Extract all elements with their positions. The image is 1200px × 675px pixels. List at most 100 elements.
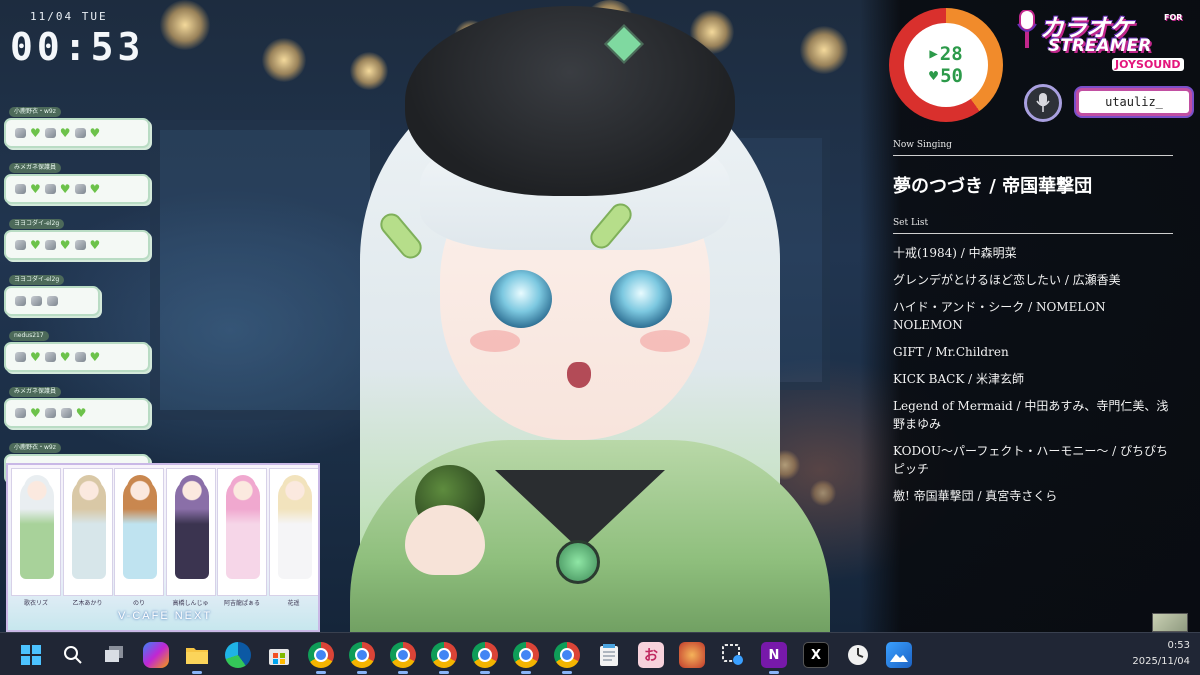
file-explorer-icon[interactable] — [184, 642, 210, 674]
edge-icon[interactable] — [225, 642, 251, 668]
clock-date: 11/04 TUE — [30, 10, 108, 23]
chrome-icon[interactable] — [349, 642, 375, 674]
green-heart-icon: ♥ — [59, 182, 71, 196]
green-heart-icon: ♥ — [89, 182, 101, 196]
emote-icon — [60, 407, 73, 419]
green-heart-icon: ♥ — [30, 126, 41, 140]
chrome-icon[interactable] — [390, 642, 416, 674]
emote-icon — [44, 183, 57, 195]
talent-card — [165, 468, 216, 596]
emote-icon — [14, 351, 27, 363]
green-heart-icon: ♥ — [89, 126, 101, 140]
score-ring: ▶ 28 ♥ 50 — [889, 8, 1003, 122]
chat-author: nedus217 — [9, 331, 49, 341]
score-counter: ▶ 28 ♥ 50 — [904, 23, 988, 107]
vcafe-poster: V-CAFE NEXT 歌衣リズ 乙木あかり のり 高橋しんじゅ 阿吉龍ぱぁる 花遥 — [6, 463, 320, 632]
talent-card — [268, 468, 318, 596]
chat-message: ヨヨコダイ-el2g ♥ ♥ ♥ — [4, 210, 164, 260]
green-heart-icon: ♥ — [30, 406, 41, 420]
chat-bubble: ♥ ♥ ♥ — [4, 174, 150, 204]
green-heart-icon: ♥ — [75, 406, 87, 420]
setlist-item: ハイド・アンド・シーク / NOMELON NOLEMON — [893, 300, 1106, 332]
emote-icon — [14, 183, 27, 195]
setlist-item: グレンデがとけるほど恋したい / 広瀬香美 — [893, 273, 1121, 287]
emote-icon — [74, 127, 87, 139]
avatar-blush — [470, 330, 520, 352]
chat-bubble: ♥ ♥ — [4, 398, 150, 428]
chat-message: みメガネ保護員 ♥ ♥ — [4, 378, 164, 428]
emote-icon — [30, 295, 43, 307]
talent-name: 花遥 — [287, 600, 300, 607]
start-windows-icon[interactable] — [18, 642, 44, 668]
talent-card — [114, 468, 164, 596]
chat-author: ヨヨコダイ-el2g — [9, 275, 65, 285]
chrome-icon[interactable] — [472, 642, 498, 674]
x-app-icon[interactable]: X — [803, 642, 829, 668]
setlist-item: GIFT / Mr.Children — [893, 345, 1009, 359]
emote-icon — [14, 295, 27, 307]
talent-name: 高橋しんじゅ — [172, 600, 209, 607]
chrome-icon[interactable] — [513, 642, 539, 674]
clock-app-icon[interactable] — [845, 642, 871, 668]
avatar-eye-right — [610, 270, 672, 328]
search-icon[interactable] — [60, 642, 86, 668]
chat-message: ヨヨコダイ-el2g — [4, 266, 164, 316]
talent-name: 歌衣リズ — [23, 600, 48, 607]
emote-icon — [46, 295, 59, 307]
user-name-badge: utauliz_ — [1076, 88, 1192, 116]
score-up-row: ▶ 28 — [929, 43, 962, 65]
talent-head — [24, 475, 50, 501]
green-heart-icon: ♥ — [30, 238, 41, 252]
character-app-icon[interactable] — [679, 642, 705, 668]
vtuber-avatar — [320, 0, 840, 632]
mini-thumbnail — [1152, 613, 1188, 632]
avatar-beret — [405, 6, 735, 196]
emote-icon — [44, 351, 57, 363]
emote-icon — [44, 407, 57, 419]
talent-head — [127, 475, 153, 501]
emote-icon — [74, 351, 87, 363]
setlist-item: KODOU〜パーフェクト・ハーモニー〜 / ぴちぴちピッチ — [893, 444, 1169, 476]
chrome-icon[interactable] — [554, 642, 580, 674]
avatar-mouth — [567, 362, 591, 388]
photos-icon[interactable] — [886, 642, 912, 668]
task-view-icon[interactable] — [102, 642, 128, 668]
green-heart-icon: ♥ — [59, 350, 71, 364]
copilot-icon[interactable] — [143, 642, 169, 668]
clock-time: 00:53 — [10, 25, 145, 69]
onenote-icon[interactable]: N — [761, 642, 787, 674]
poster-title: V-CAFE NEXT — [117, 610, 213, 622]
green-heart-icon: ♥ — [59, 238, 71, 252]
chrome-icon[interactable] — [431, 642, 457, 674]
logo-streamer-text: STREAMER — [1048, 36, 1152, 56]
green-heart-icon: ♥ — [89, 350, 101, 364]
score-heart-row: ♥ 50 — [929, 65, 963, 87]
chrome-icon[interactable] — [308, 642, 334, 674]
store-icon[interactable] — [266, 642, 292, 668]
setlist-item: 檄! 帝国華撃団 / 真宮寺さくら — [893, 489, 1058, 503]
mic-badge — [1024, 84, 1062, 122]
snipping-tool-icon[interactable] — [720, 642, 746, 668]
talent-card — [217, 468, 267, 596]
avatar-hand — [405, 505, 485, 575]
emote-icon — [14, 127, 27, 139]
emote-icon — [74, 183, 87, 195]
chat-bubble — [4, 286, 100, 316]
talent-name: 阿吉龍ぱぁる — [223, 600, 260, 607]
info-panel: Now Singing 夢のつづき / 帝国華撃団 Set List 十戒(19… — [893, 140, 1173, 514]
play-triangle-icon: ▶ — [929, 46, 938, 62]
setlist-item: Legend of Mermaid / 中田あすみ、寺門仁美、浅野まゆみ — [893, 399, 1169, 431]
setlist-label: Set List — [893, 218, 1173, 234]
taskbar-date: 2025/11/04 — [1132, 656, 1190, 667]
notepad-icon[interactable] — [596, 642, 622, 668]
chat-bubble: ♥ ♥ ♥ — [4, 230, 150, 260]
hiragana-app-icon[interactable]: お — [638, 642, 664, 668]
chat-message: 小鹿野衣・w9z ♥ ♥ ♥ — [4, 98, 164, 148]
chat-author: みメガネ保護員 — [9, 387, 62, 397]
score-heart-value: 50 — [940, 65, 963, 87]
talent-name: のり — [132, 600, 145, 607]
green-heart-icon: ♥ — [89, 238, 101, 252]
taskbar-clock[interactable]: 0:53 2025/11/04 — [1132, 638, 1190, 670]
chat-bubble: ♥ ♥ ♥ — [4, 342, 150, 372]
chat-overlay: 小鹿野衣・w9z ♥ ♥ ♥ みメガネ保護員 ♥ ♥ ♥ ヨヨコダイ-el2g ♥ ♥ ♥ ヨヨコダイ-… — [4, 98, 164, 490]
